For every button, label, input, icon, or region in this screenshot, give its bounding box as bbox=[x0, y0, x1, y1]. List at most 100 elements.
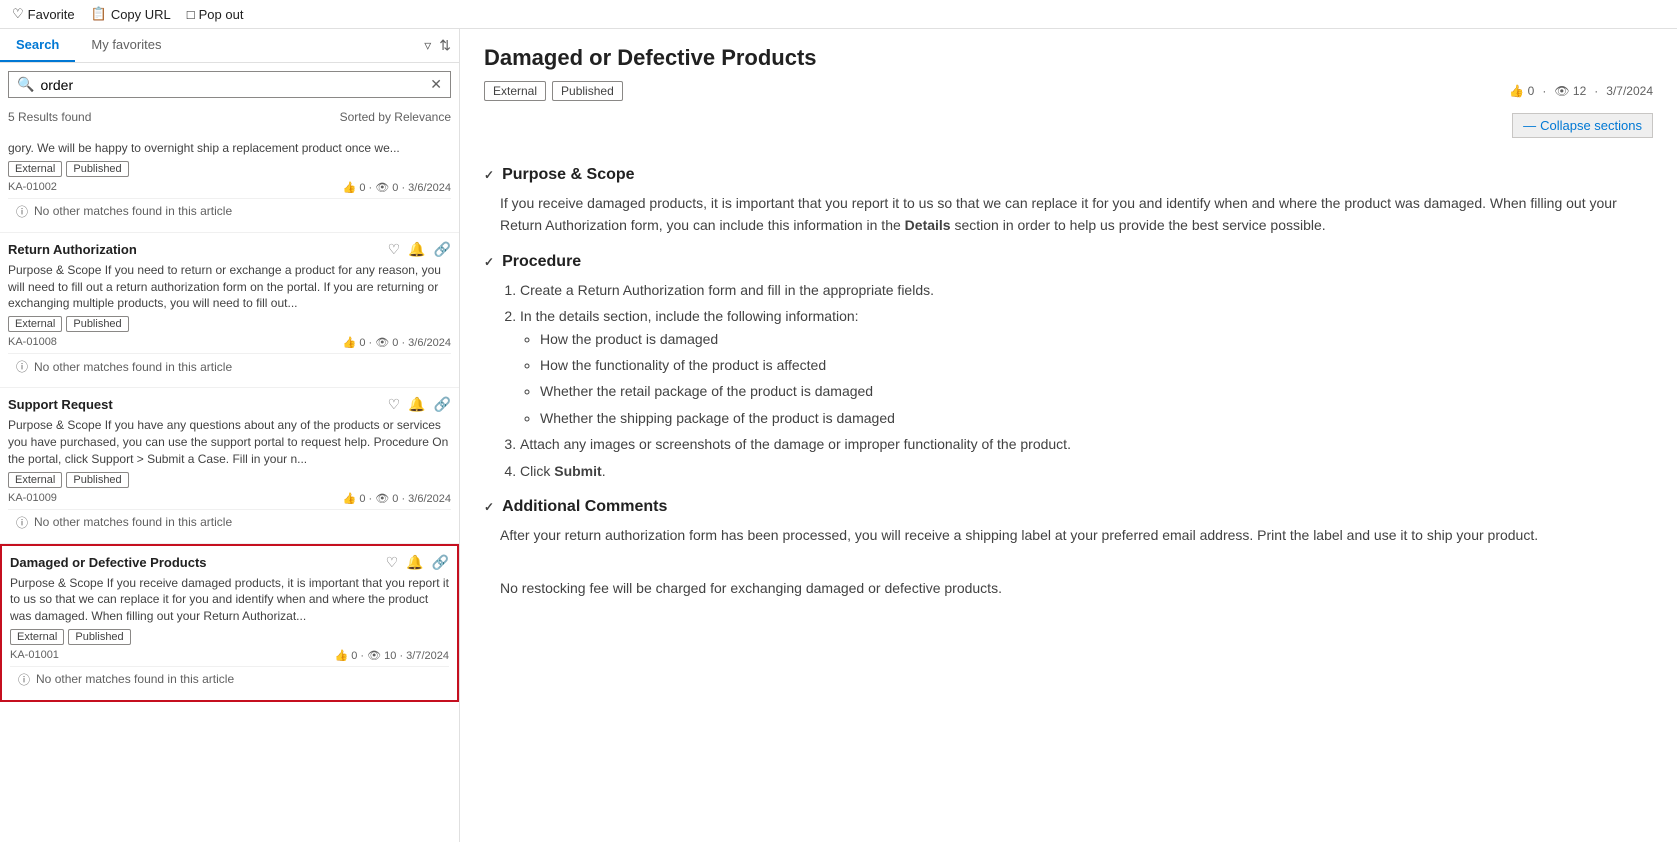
article-views: 👁 12 bbox=[1554, 84, 1586, 98]
meta-stats: 👍 0 · 👁 10 · 3/7/2024 bbox=[334, 649, 449, 662]
article-date: 3/7/2024 bbox=[1606, 84, 1653, 98]
clear-icon[interactable]: ✕ bbox=[430, 76, 442, 93]
link-icon[interactable]: 🔗 bbox=[434, 241, 451, 258]
bookmark-icon[interactable]: 🔔 bbox=[408, 396, 425, 413]
right-panel: Damaged or Defective Products External P… bbox=[460, 29, 1677, 842]
result-tags: External Published bbox=[8, 316, 451, 332]
ka-id: KA-01001 bbox=[10, 649, 59, 662]
ka-id: KA-01009 bbox=[8, 492, 57, 505]
results-list: gory. We will be happy to overnight ship… bbox=[0, 128, 459, 842]
section-purpose: ✓ Purpose & Scope If you receive damaged… bbox=[484, 166, 1653, 237]
tag-external: External bbox=[8, 316, 62, 332]
list-item[interactable]: gory. We will be happy to overnight ship… bbox=[0, 128, 459, 233]
tab-actions: ▿ ⇅ bbox=[424, 29, 459, 62]
section-purpose-heading: Purpose & Scope bbox=[502, 166, 634, 184]
result-header: Return Authorization ♡ 🔔 🔗 bbox=[8, 241, 451, 258]
no-match: ⓘ No other matches found in this article bbox=[10, 666, 449, 692]
result-snippet: Purpose & Scope If you receive damaged p… bbox=[10, 575, 449, 625]
copy-url-action[interactable]: 📋 Copy URL bbox=[91, 6, 171, 22]
section-procedure-header[interactable]: ✓ Procedure bbox=[484, 253, 1653, 271]
favorite-icon[interactable]: ♡ bbox=[388, 241, 401, 258]
article-title: Damaged or Defective Products bbox=[484, 45, 1653, 71]
popout-label: Pop out bbox=[199, 7, 244, 22]
section-procedure-heading: Procedure bbox=[502, 253, 581, 271]
list-item[interactable]: Support Request ♡ 🔔 🔗 Purpose & Scope If… bbox=[0, 388, 459, 543]
meta-stats: 👍 0 · 👁 0 · 3/6/2024 bbox=[343, 492, 451, 505]
info-icon: ⓘ bbox=[16, 514, 28, 531]
heart-icon: ♡ bbox=[12, 6, 24, 22]
info-icon: ⓘ bbox=[16, 358, 28, 375]
result-title: Return Authorization bbox=[8, 242, 137, 257]
list-item: Attach any images or screenshots of the … bbox=[520, 433, 1653, 455]
comments-text-2: No restocking fee will be charged for ex… bbox=[500, 577, 1653, 599]
tag-published: Published bbox=[68, 629, 130, 645]
article-likes: 👍 0 bbox=[1509, 84, 1534, 98]
section-purpose-header[interactable]: ✓ Purpose & Scope bbox=[484, 166, 1653, 184]
result-tags: External Published bbox=[10, 629, 449, 645]
list-item: Create a Return Authorization form and f… bbox=[520, 279, 1653, 301]
collapse-label: Collapse sections bbox=[1540, 118, 1642, 133]
section-purpose-content: If you receive damaged products, it is i… bbox=[500, 192, 1653, 237]
sort-label: Sorted by Relevance bbox=[340, 110, 451, 124]
filter-icon[interactable]: ▿ bbox=[424, 37, 431, 54]
link-icon[interactable]: 🔗 bbox=[432, 554, 449, 571]
favorite-action[interactable]: ♡ Favorite bbox=[12, 6, 75, 22]
list-item[interactable]: Return Authorization ♡ 🔔 🔗 Purpose & Sco… bbox=[0, 233, 459, 388]
left-panel: Search My favorites ▿ ⇅ 🔍 ✕ 5 Results fo… bbox=[0, 29, 460, 842]
result-meta: KA-01009 👍 0 · 👁 0 · 3/6/2024 bbox=[8, 492, 451, 505]
top-bar-actions: ♡ Favorite 📋 Copy URL □ Pop out bbox=[12, 6, 243, 22]
sort-icon[interactable]: ⇅ bbox=[439, 37, 451, 54]
search-bar: 🔍 ✕ bbox=[8, 71, 451, 98]
favorite-icon[interactable]: ♡ bbox=[386, 554, 399, 571]
tag-published: Published bbox=[66, 161, 128, 177]
tab-search[interactable]: Search bbox=[0, 29, 75, 62]
popout-action[interactable]: □ Pop out bbox=[187, 7, 244, 22]
result-title: Damaged or Defective Products bbox=[10, 555, 207, 570]
results-info: 5 Results found Sorted by Relevance bbox=[0, 106, 459, 128]
search-icon: 🔍 bbox=[17, 76, 34, 93]
tab-favorites[interactable]: My favorites bbox=[75, 29, 177, 62]
results-count: 5 Results found bbox=[8, 110, 91, 124]
result-meta: KA-01008 👍 0 · 👁 0 · 3/6/2024 bbox=[8, 336, 451, 349]
result-tags: External Published bbox=[8, 472, 451, 488]
result-meta: KA-01002 👍 0 · 👁 0 · 3/6/2024 bbox=[8, 181, 451, 194]
chevron-icon: ✓ bbox=[484, 500, 494, 514]
copy-icon: 📋 bbox=[91, 6, 107, 22]
tag-published: Published bbox=[66, 316, 128, 332]
bookmark-icon[interactable]: 🔔 bbox=[406, 554, 423, 571]
collapse-sections-button[interactable]: ― Collapse sections bbox=[1512, 113, 1653, 138]
article-tags: External Published bbox=[484, 81, 623, 101]
procedure-list: Create a Return Authorization form and f… bbox=[520, 279, 1653, 482]
meta-stats: 👍 0 · 👁 0 · 3/6/2024 bbox=[343, 336, 451, 349]
article-tag-published: Published bbox=[552, 81, 623, 101]
section-comments-header[interactable]: ✓ Additional Comments bbox=[484, 498, 1653, 516]
tag-external: External bbox=[8, 161, 62, 177]
link-icon[interactable]: 🔗 bbox=[434, 396, 451, 413]
favorite-icon[interactable]: ♡ bbox=[388, 396, 401, 413]
bookmark-icon[interactable]: 🔔 bbox=[408, 241, 425, 258]
section-procedure-content: Create a Return Authorization form and f… bbox=[500, 279, 1653, 482]
ka-id: KA-01008 bbox=[8, 336, 57, 349]
result-snippet: gory. We will be happy to overnight ship… bbox=[8, 140, 451, 157]
tag-external: External bbox=[10, 629, 64, 645]
list-item: Click Submit. bbox=[520, 460, 1653, 482]
top-bar: ♡ Favorite 📋 Copy URL □ Pop out bbox=[0, 0, 1677, 29]
main-layout: Search My favorites ▿ ⇅ 🔍 ✕ 5 Results fo… bbox=[0, 29, 1677, 842]
collapse-icon: ― bbox=[1523, 118, 1536, 133]
sub-list-item: How the product is damaged bbox=[540, 328, 1653, 350]
info-icon: ⓘ bbox=[16, 203, 28, 220]
article-meta-row: External Published 👍 0 · 👁 12 · 3/7/2024 bbox=[484, 81, 1653, 101]
search-input[interactable] bbox=[40, 77, 424, 93]
chevron-icon: ✓ bbox=[484, 255, 494, 269]
ka-id: KA-01002 bbox=[8, 181, 57, 194]
sub-list-item: Whether the retail package of the produc… bbox=[540, 380, 1653, 402]
popout-icon: □ bbox=[187, 7, 195, 22]
sub-list-item: How the functionality of the product is … bbox=[540, 354, 1653, 376]
tab-bar: Search My favorites ▿ ⇅ bbox=[0, 29, 459, 63]
article-tag-external: External bbox=[484, 81, 546, 101]
favorite-label: Favorite bbox=[28, 7, 75, 22]
tag-external: External bbox=[8, 472, 62, 488]
purpose-text: If you receive damaged products, it is i… bbox=[500, 192, 1653, 237]
result-actions: ♡ 🔔 🔗 bbox=[386, 554, 449, 571]
list-item-selected[interactable]: Damaged or Defective Products ♡ 🔔 🔗 Purp… bbox=[0, 544, 459, 702]
